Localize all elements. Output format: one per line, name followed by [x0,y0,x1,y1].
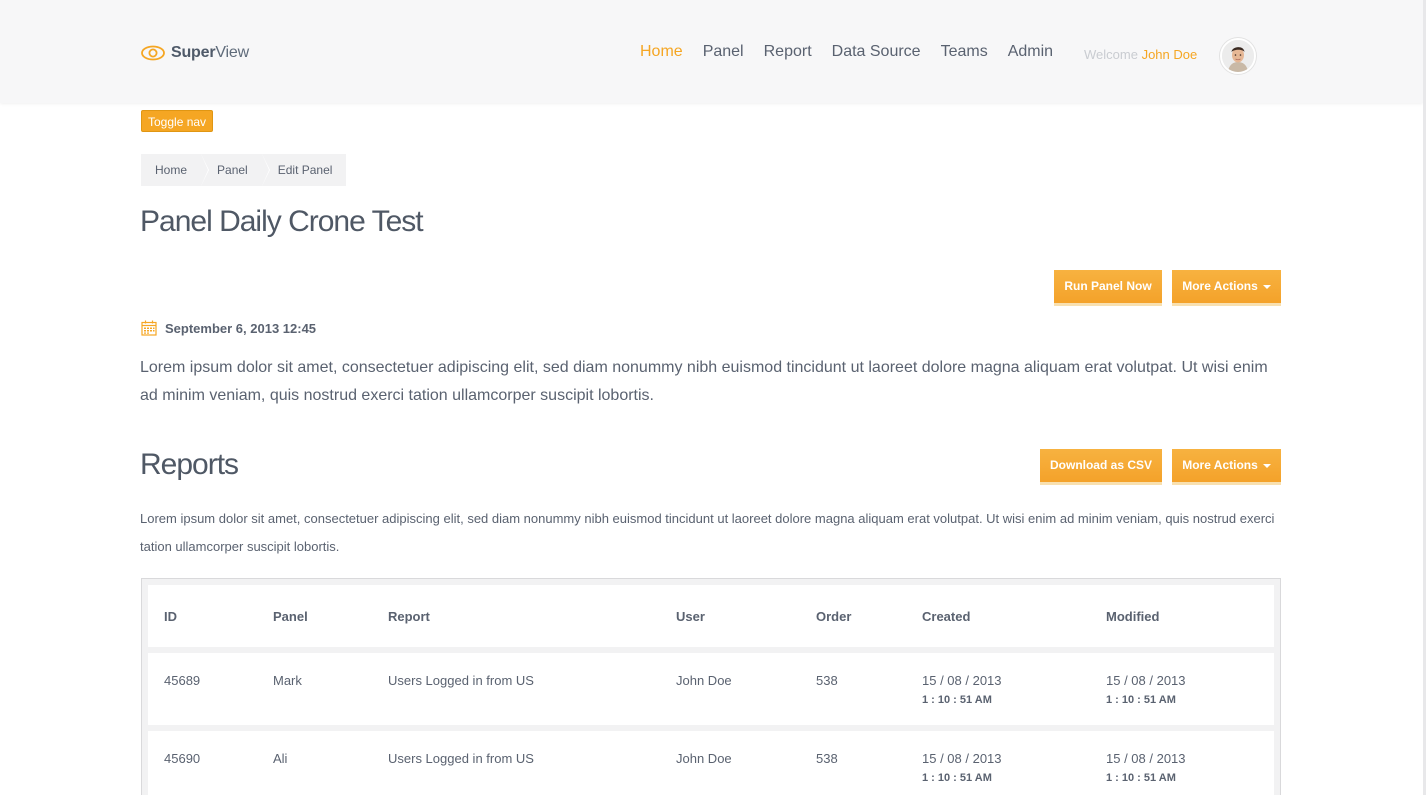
breadcrumb-home[interactable]: Home [141,154,210,186]
breadcrumb-edit-panel-label: Edit Panel [277,163,333,177]
created-time: 1 : 10 : 51 AM [922,694,992,706]
run-panel-now-button[interactable]: Run Panel Now [1054,270,1162,303]
reports-more-actions-label: More Actions [1182,458,1258,472]
column-header-panel[interactable]: Panel [257,609,372,624]
table-header: ID Panel Report User Order Created Modif… [148,585,1274,647]
panel-date: September 6, 2013 12:45 [141,320,316,336]
user-name-link[interactable]: John Doe [1142,47,1198,62]
reports-more-actions-button[interactable]: More Actions [1172,449,1281,482]
nav-data-source[interactable]: Data Source [832,43,921,61]
caret-down-icon [1262,463,1271,468]
nav-teams[interactable]: Teams [941,43,988,61]
modified-date: 15 / 08 / 2013 [1106,673,1186,688]
download-csv-button[interactable]: Download as CSV [1040,449,1162,482]
table-row[interactable]: 45689 Mark Users Logged in from US John … [148,653,1274,725]
reports-title: Reports [140,448,239,481]
avatar[interactable] [1220,38,1256,74]
cell-modified: 15 / 08 / 2013 1 : 10 : 51 AM [1090,751,1260,784]
created-date: 15 / 08 / 2013 [922,751,1002,766]
eye-icon [141,45,165,61]
page-title: Panel Daily Crone Test [140,205,424,238]
panel-description: Lorem ipsum dolor sit amet, consectetuer… [140,359,1268,404]
avatar-image [1222,40,1254,72]
nav-report[interactable]: Report [764,43,812,61]
column-header-id[interactable]: ID [148,609,257,624]
breadcrumb-edit-panel: Edit Panel [261,154,347,186]
cell-created: 15 / 08 / 2013 1 : 10 : 51 AM [906,751,1090,784]
breadcrumb-panel[interactable]: Panel [201,154,270,186]
cell-panel: Mark [273,673,302,688]
more-actions-button[interactable]: More Actions [1172,270,1281,303]
breadcrumb-home-label: Home [155,163,188,177]
cell-report: Users Logged in from US [388,751,534,766]
column-header-modified[interactable]: Modified [1090,609,1260,624]
column-header-order[interactable]: Order [800,609,906,624]
main-nav: Home Panel Report Data Source Teams Admi… [640,43,1073,61]
cell-order: 538 [816,673,838,688]
caret-down-icon [1262,284,1271,289]
column-header-created[interactable]: Created [906,609,1090,624]
top-navbar: SuperView Home Panel Report Data Source … [0,0,1423,103]
modified-time: 1 : 10 : 51 AM [1106,772,1176,784]
cell-user: John Doe [676,751,732,766]
table-row[interactable]: 45690 Ali Users Logged in from US John D… [148,731,1274,795]
cell-id: 45690 [164,751,201,766]
created-time: 1 : 10 : 51 AM [922,772,992,784]
nav-admin[interactable]: Admin [1008,43,1053,61]
welcome-label: Welcome [1084,47,1138,62]
modified-time: 1 : 10 : 51 AM [1106,694,1176,706]
cell-id: 45689 [164,673,201,688]
column-header-report[interactable]: Report [372,609,660,624]
welcome-text: Welcome John Doe [1084,47,1197,62]
calendar-icon [141,320,157,336]
reports-table: ID Panel Report User Order Created Modif… [141,578,1281,795]
modified-date: 15 / 08 / 2013 [1106,751,1186,766]
breadcrumb-panel-label: Panel [217,163,248,177]
created-date: 15 / 08 / 2013 [922,673,1002,688]
nav-home[interactable]: Home [640,43,683,61]
logo-text: SuperView [171,44,249,61]
cell-created: 15 / 08 / 2013 1 : 10 : 51 AM [906,673,1090,706]
logo[interactable]: SuperView [141,42,249,64]
cell-report: Users Logged in from US [388,673,534,688]
toggle-nav-button[interactable]: Toggle nav [141,110,214,132]
cell-order: 538 [816,751,838,766]
more-actions-label: More Actions [1182,279,1258,293]
cell-modified: 15 / 08 / 2013 1 : 10 : 51 AM [1090,673,1260,706]
panel-date-text: September 6, 2013 12:45 [165,320,317,336]
cell-user: John Doe [676,673,732,688]
reports-description: Lorem ipsum dolor sit amet, consectetuer… [140,511,1275,554]
column-header-user[interactable]: User [660,609,800,624]
breadcrumb: Home Panel Edit Panel [141,154,347,186]
nav-panel[interactable]: Panel [703,43,744,61]
cell-panel: Ali [273,751,288,766]
